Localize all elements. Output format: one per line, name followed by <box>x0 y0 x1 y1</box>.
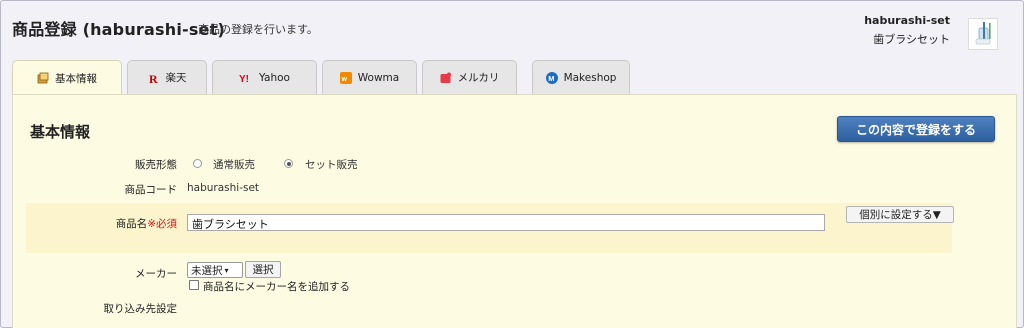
product-thumbnail[interactable] <box>968 18 998 50</box>
svg-text:w: w <box>340 76 347 83</box>
tab-yahoo[interactable]: Y! Yahoo <box>212 60 317 94</box>
tab-label: Wowma <box>357 71 400 84</box>
tab-label: Yahoo <box>259 71 290 84</box>
product-code-label: 商品コード <box>124 184 178 196</box>
tab-basic-info[interactable]: 基本情報 <box>12 60 122 95</box>
add-maker-checkbox-label: 商品名にメーカー名を追加する <box>203 281 350 293</box>
tab-rakuten[interactable]: R 楽天 <box>127 60 207 94</box>
import-target-label: 取り込み先設定 <box>103 303 178 315</box>
chevron-down-icon: ▾ <box>224 265 229 275</box>
required-mark: ※必須 <box>147 218 177 230</box>
tab-mercari[interactable]: メルカリ <box>422 60 517 94</box>
radio-set-sale-label: セット販売 <box>305 159 358 171</box>
product-code-value: haburashi-set <box>187 182 260 194</box>
rakuten-icon: R <box>149 72 158 84</box>
makeshop-icon: M <box>545 71 558 84</box>
tab-wowma[interactable]: w Wowma <box>322 60 417 94</box>
header-product-name: 歯ブラシセット <box>873 33 950 46</box>
section-title: 基本情報 <box>30 123 91 141</box>
maker-select[interactable]: 未選択 ▾ <box>187 262 243 278</box>
svg-text:Y!: Y! <box>239 74 249 84</box>
sales-type-label: 販売形態 <box>135 159 177 171</box>
maker-label: メーカー <box>135 268 177 280</box>
tab-label: 楽天 <box>165 72 187 84</box>
svg-text:R: R <box>149 72 158 84</box>
tab-label: Makeshop <box>563 71 617 84</box>
product-name-label-text: 商品名 <box>115 218 148 230</box>
mercari-icon <box>440 72 451 83</box>
individual-setting-button[interactable]: 個別に設定する▼ <box>846 206 954 223</box>
product-name-label: 商品名※必須 <box>90 216 177 231</box>
tab-makeshop[interactable]: M Makeshop <box>532 60 630 94</box>
page-subtitle: 商品の登録を行います。 <box>198 23 318 36</box>
basic-info-icon <box>37 72 49 84</box>
radio-set-sale[interactable] <box>284 159 293 168</box>
yahoo-icon: Y! <box>239 74 249 84</box>
wowma-icon: w <box>339 71 352 84</box>
add-maker-checkbox[interactable] <box>189 280 199 290</box>
toothbrush-icon <box>975 22 991 45</box>
tab-label: 基本情報 <box>55 72 97 85</box>
page-title: 商品登録 (haburashi-set) <box>12 20 225 39</box>
radio-normal-sale[interactable] <box>193 159 202 168</box>
header-product-code: haburashi-set <box>864 14 950 27</box>
maker-select-button[interactable]: 選択 <box>245 261 281 278</box>
product-name-input[interactable]: 歯ブラシセット <box>187 214 825 231</box>
radio-normal-sale-label: 通常販売 <box>213 159 255 171</box>
register-button[interactable]: この内容で登録をする <box>837 116 995 142</box>
maker-select-value: 未選択 <box>191 264 223 277</box>
tab-label: メルカリ <box>457 72 500 84</box>
svg-text:M: M <box>548 74 554 83</box>
